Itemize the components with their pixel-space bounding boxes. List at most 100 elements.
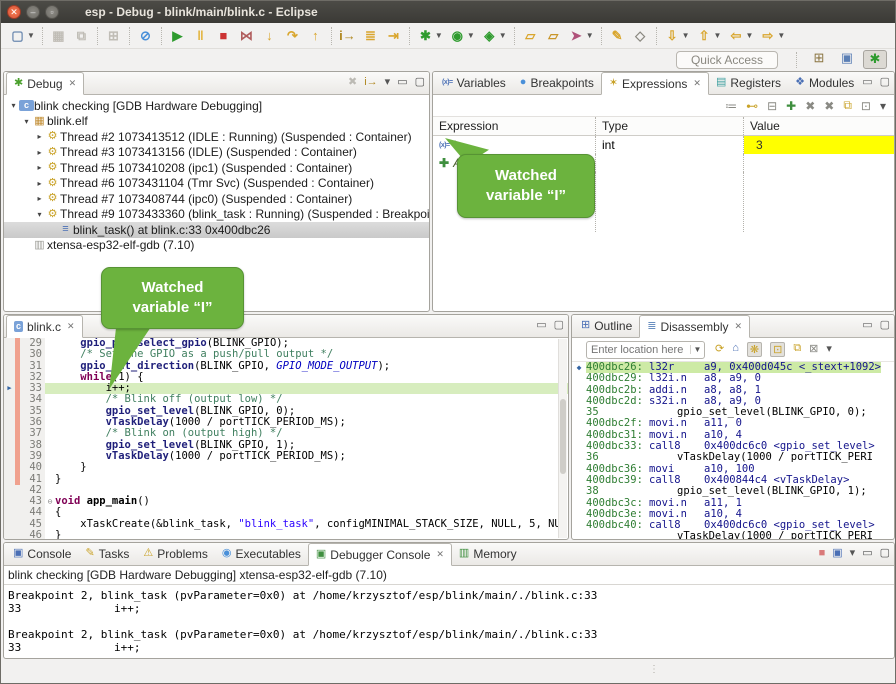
- suspend-button[interactable]: ‖: [189, 25, 212, 47]
- chevron-down-icon[interactable]: ▼: [499, 31, 507, 40]
- tree-item-xtensa-esp32-elf-gdb-7[interactable]: ▥xtensa-esp32-elf-gdb (7.10): [4, 238, 429, 254]
- minimize-icon[interactable]: ▭: [862, 546, 872, 559]
- step-over-button[interactable]: ↷: [281, 25, 304, 47]
- next-annotation-button[interactable]: ⇧▼: [693, 25, 725, 47]
- pin-view-icon[interactable]: ⊠: [809, 342, 818, 357]
- sync-selection-icon[interactable]: ⊡: [770, 342, 785, 357]
- maximize-icon[interactable]: ▢: [415, 75, 425, 88]
- minimize-icon[interactable]: ▭: [397, 75, 407, 88]
- chevron-down-icon[interactable]: ▼: [682, 31, 690, 40]
- tab-console[interactable]: ▣Console: [6, 542, 78, 565]
- disconnect-button[interactable]: ⋈: [235, 25, 258, 47]
- editor-tab-blink-c[interactable]: cblink.c✕: [6, 315, 83, 338]
- expander-icon[interactable]: ▸: [34, 132, 45, 141]
- tree-item-thread-7-1073408744-ip[interactable]: ▸⚙Thread #7 1073408744 (ipc0) (Suspended…: [4, 191, 429, 207]
- maximize-icon[interactable]: ▢: [880, 546, 890, 559]
- view-menu-icon[interactable]: ▾: [826, 342, 832, 357]
- column-header-expression[interactable]: Expression: [433, 117, 596, 135]
- disassembly-listing[interactable]: ◆400dbc26:l32ra9, 0x400d045c <_stext+109…: [572, 362, 894, 540]
- close-icon[interactable]: ✕: [69, 78, 77, 89]
- save-button[interactable]: ▦: [47, 25, 70, 47]
- expander-icon[interactable]: ▸: [34, 163, 45, 172]
- tree-item-thread-3-1073413156-id[interactable]: ▸⚙Thread #3 1073413156 (IDLE) (Suspended…: [4, 145, 429, 161]
- column-header-value[interactable]: Value: [744, 117, 894, 135]
- window-minimize-button[interactable]: –: [26, 5, 40, 19]
- column-header-type[interactable]: Type: [596, 117, 744, 135]
- show-source-button[interactable]: ≣: [359, 25, 382, 47]
- open-perspective-button[interactable]: ⊞: [807, 50, 831, 69]
- editor-scrollbar[interactable]: [558, 339, 567, 538]
- terminate-console-icon[interactable]: ■: [819, 547, 826, 559]
- expander-icon[interactable]: ▸: [34, 194, 45, 203]
- tab-tasks[interactable]: ✎Tasks: [78, 542, 136, 565]
- launch-button[interactable]: ➤▼: [565, 25, 597, 47]
- tree-item-blink-elf[interactable]: ▾▦blink.elf: [4, 114, 429, 130]
- chevron-down-icon[interactable]: ▼: [467, 31, 475, 40]
- code-line-39[interactable]: 39 vTaskDelay(1000 / portTICK_PERIOD_MS)…: [4, 451, 568, 462]
- instruction-stepping-button[interactable]: i→: [336, 25, 359, 47]
- fold-collapse-icon[interactable]: ⊖: [45, 496, 55, 507]
- chevron-down-icon[interactable]: ▼: [714, 31, 722, 40]
- expander-icon[interactable]: ▾: [8, 101, 19, 110]
- tree-item-blink-checking-gdb-hard[interactable]: ▾cblink checking [GDB Hardware Debugging…: [4, 98, 429, 114]
- window-close-button[interactable]: ✕: [7, 5, 21, 19]
- chevron-down-icon[interactable]: ▼: [745, 31, 753, 40]
- quick-access-button[interactable]: Quick Access: [676, 51, 778, 69]
- step-into-button[interactable]: ↓: [258, 25, 281, 47]
- refresh-icon[interactable]: ⟳: [715, 342, 724, 357]
- tab-expressions[interactable]: ✶Expressions✕: [601, 72, 709, 95]
- disasm-source-line[interactable]: 36vTaskDelay(1000 / portTICK_PERI: [572, 452, 894, 463]
- remove-all-icon[interactable]: ✖: [824, 99, 834, 113]
- last-edit-location-button[interactable]: ⇩▼: [661, 25, 693, 47]
- resume-button[interactable]: ▶: [166, 25, 189, 47]
- debug-perspective-button[interactable]: ✱: [863, 50, 887, 69]
- maximize-icon[interactable]: ▢: [880, 75, 890, 88]
- expander-icon[interactable]: ▾: [34, 210, 45, 219]
- save-all-button[interactable]: ⧉: [70, 25, 93, 47]
- show-logical-structure-icon[interactable]: ⊷: [746, 99, 758, 113]
- source-editor[interactable]: 29 gpio_pad_select_gpio(BLINK_GPIO);30 /…: [4, 338, 568, 540]
- tab-problems[interactable]: ⚠Problems: [136, 542, 215, 565]
- debug-button[interactable]: ✱▼: [414, 25, 446, 47]
- expander-icon[interactable]: ▸: [34, 179, 45, 188]
- sash-handle[interactable]: ⋮: [649, 664, 659, 675]
- remove-all-terminated-icon[interactable]: ✖: [348, 75, 357, 88]
- track-expression-icon[interactable]: ❋: [747, 342, 762, 357]
- mark-occurrences-button[interactable]: ✎: [606, 25, 629, 47]
- close-icon[interactable]: ✕: [67, 321, 75, 332]
- code-line-41[interactable]: 41}: [4, 474, 568, 485]
- tab-memory[interactable]: ▥Memory: [452, 542, 524, 565]
- minimize-icon[interactable]: ▭: [862, 75, 872, 88]
- tree-item-thread-2-1073413512-id[interactable]: ▸⚙Thread #2 1073413512 (IDLE : Running) …: [4, 129, 429, 145]
- minimize-icon[interactable]: ▭: [862, 318, 872, 331]
- open-folder-button[interactable]: ▱: [542, 25, 565, 47]
- tab-registers[interactable]: ▤Registers: [709, 71, 788, 94]
- collapse-all-icon[interactable]: ⊟: [767, 99, 777, 113]
- tab-debug[interactable]: ✱Debug✕: [6, 72, 84, 95]
- tree-item-blink-task-at-blink-c[interactable]: ≡blink_task() at blink.c:33 0x400dbc26: [4, 222, 429, 238]
- tab-executables[interactable]: ◉Executables: [215, 542, 308, 565]
- disasm-source-line[interactable]: 38gpio_set_level(BLINK_GPIO, 1);: [572, 486, 894, 497]
- view-menu-icon[interactable]: ▾: [385, 75, 391, 88]
- skip-all-breakpoints-button[interactable]: ⊘: [134, 25, 157, 47]
- step-return-button[interactable]: ↑: [304, 25, 327, 47]
- view-menu-icon[interactable]: ▾: [880, 99, 886, 113]
- chevron-down-icon[interactable]: ▼: [27, 31, 35, 40]
- chevron-down-icon[interactable]: ▼: [435, 31, 443, 40]
- back-button[interactable]: ⇦▼: [724, 25, 756, 47]
- tab-variables[interactable]: (x)=Variables: [435, 71, 513, 94]
- show-type-names-icon[interactable]: ≔: [725, 99, 737, 113]
- window-maximize-button[interactable]: ▫: [45, 5, 59, 19]
- home-icon[interactable]: ⌂: [732, 342, 739, 357]
- tab-breakpoints[interactable]: ●Breakpoints: [513, 71, 601, 94]
- build-button[interactable]: ⊞: [102, 25, 125, 47]
- tree-item-thread-5-1073410208-ip[interactable]: ▸⚙Thread #5 1073410208 (ipc1) (Suspended…: [4, 160, 429, 176]
- minimize-icon[interactable]: ▭: [536, 318, 546, 331]
- location-input[interactable]: [587, 344, 690, 356]
- maximize-icon[interactable]: ▢: [554, 318, 564, 331]
- chevron-down-icon[interactable]: ▼: [586, 31, 594, 40]
- close-icon[interactable]: ✕: [734, 321, 742, 332]
- code-line-40[interactable]: 40 }: [4, 462, 568, 473]
- tab-modules[interactable]: ❖Modules: [788, 71, 861, 94]
- tab-disassembly[interactable]: ≣Disassembly✕: [639, 315, 750, 338]
